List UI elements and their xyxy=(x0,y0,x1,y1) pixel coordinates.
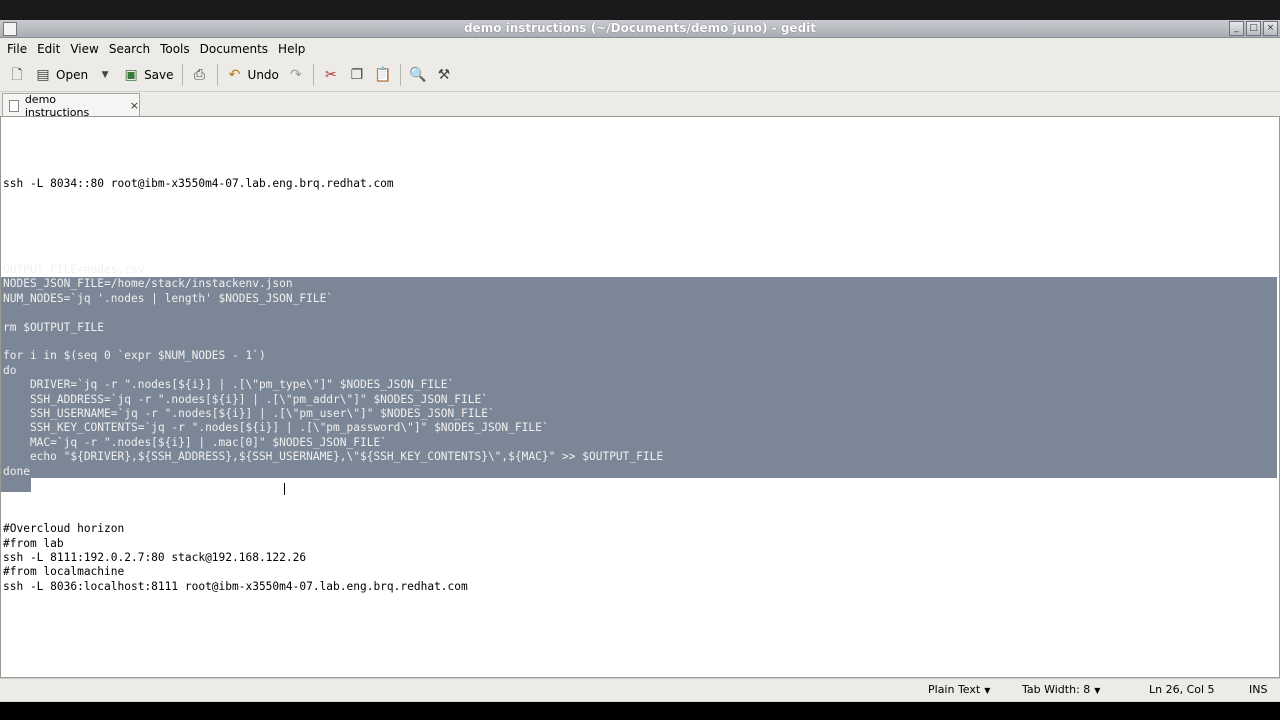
toolbar-separator xyxy=(312,64,314,86)
code-line: ssh -L 8034::80 root@ibm-x3550m4-07.lab.… xyxy=(3,176,394,190)
chevron-down-icon: ▼ xyxy=(984,686,991,695)
toolbar-separator xyxy=(216,64,218,86)
cut-button[interactable]: ✂ xyxy=(318,62,344,88)
toolbar-separator xyxy=(399,64,401,86)
menu-help[interactable]: Help xyxy=(273,42,310,56)
code-line: #from localmachine xyxy=(3,565,125,579)
undo-icon: ↶ xyxy=(228,67,241,83)
tab-demo-instructions[interactable]: demo instructions × xyxy=(2,92,140,119)
window-title: demo instructions (~/Documents/demo juno… xyxy=(463,21,817,35)
chevron-down-icon: ▼ xyxy=(1094,686,1101,695)
toolbar: 🗋 ▤ Open ▼ ▣ Save ⎙ ↶ Undo ↷ ✂ ❐ 📋 🔍 ⚒ xyxy=(0,59,1280,92)
tab-width-label: Tab Width: 8 xyxy=(1022,683,1091,696)
redo-icon: ↷ xyxy=(290,67,302,83)
chevron-down-icon: ▼ xyxy=(101,70,109,80)
menu-documents[interactable]: Documents xyxy=(195,42,273,56)
code-line: SSH_KEY_CONTENTS=`jq -r ".nodes[${i}] | … xyxy=(3,421,549,435)
menu-file[interactable]: File xyxy=(2,42,32,56)
save-label: Save xyxy=(144,68,174,82)
open-folder-icon: ▤ xyxy=(36,67,50,83)
document-icon xyxy=(9,99,19,112)
title-bar[interactable]: demo instructions (~/Documents/demo juno… xyxy=(0,20,1280,38)
close-icon[interactable]: × xyxy=(1263,21,1278,36)
menu-tools[interactable]: Tools xyxy=(155,42,195,56)
minimize-icon[interactable]: _ xyxy=(1229,21,1244,36)
language-selector[interactable]: Plain Text ▼ xyxy=(928,683,990,696)
paste-button[interactable]: 📋 xyxy=(370,62,396,88)
maximize-icon[interactable]: □ xyxy=(1246,21,1261,36)
code-line: #from lab xyxy=(3,536,64,550)
menu-bar: File Edit View Search Tools Documents He… xyxy=(0,38,1280,59)
code-line: DRIVER=`jq -r ".nodes[${i}] | .[\"pm_typ… xyxy=(3,378,455,392)
code-line: SSH_ADDRESS=`jq -r ".nodes[${i}] | .[\"p… xyxy=(3,392,488,406)
cut-icon: ✂ xyxy=(325,67,337,83)
toolbar-separator xyxy=(181,64,183,86)
tab-width-selector[interactable]: Tab Width: 8 ▼ xyxy=(1022,683,1100,696)
copy-button[interactable]: ❐ xyxy=(344,62,370,88)
tab-close-icon[interactable]: × xyxy=(130,99,139,112)
code-line: rm $OUTPUT_FILE xyxy=(3,320,105,334)
find-replace-icon: ⚒ xyxy=(437,67,451,83)
cursor-position: Ln 26, Col 5 xyxy=(1149,683,1215,696)
code-line: echo "${DRIVER},${SSH_ADDRESS},${SSH_USE… xyxy=(3,450,664,464)
open-button[interactable]: ▤ Open xyxy=(30,62,92,88)
code-line: SSH_USERNAME=`jq -r ".nodes[${i}] | .[\"… xyxy=(3,407,495,420)
gedit-app-icon[interactable] xyxy=(3,22,17,36)
document-tab-bar: demo instructions × xyxy=(0,92,1280,119)
find-button[interactable]: 🔍 xyxy=(405,62,431,88)
mouse-ibeam-cursor xyxy=(284,483,285,495)
desktop-bottom-panel xyxy=(0,702,1280,720)
find-replace-button[interactable]: ⚒ xyxy=(431,62,457,88)
code-line: NODES_JSON_FILE=/home/stack/instackenv.j… xyxy=(3,277,293,291)
code-line: ssh -L 8111:192.0.2.7:80 stack@192.168.1… xyxy=(3,551,307,564)
open-label: Open xyxy=(56,68,89,82)
save-icon: ▣ xyxy=(124,67,138,83)
new-document-icon: 🗋 xyxy=(11,67,23,83)
print-button[interactable]: ⎙ xyxy=(187,62,213,88)
language-label: Plain Text xyxy=(928,683,981,696)
code-line: done xyxy=(3,464,30,478)
print-icon: ⎙ xyxy=(193,67,206,83)
open-recent-dropdown[interactable]: ▼ xyxy=(92,62,118,88)
status-bar: Plain Text ▼ Tab Width: 8 ▼ Ln 26, Col 5 I… xyxy=(0,678,1280,701)
tab-label: demo instructions xyxy=(24,92,90,119)
search-icon: 🔍 xyxy=(409,67,427,83)
paste-icon: 📋 xyxy=(374,67,392,83)
save-button[interactable]: ▣ Save xyxy=(118,62,177,88)
code-line: #Overcloud horizon xyxy=(3,522,125,536)
undo-button[interactable]: ↶ Undo xyxy=(222,62,283,88)
code-line: MAC=`jq -r ".nodes[${i}] | .mac[0]" $NOD… xyxy=(3,435,387,449)
text-selection-highlight-last-line xyxy=(1,477,31,492)
redo-button[interactable]: ↷ xyxy=(283,62,309,88)
insert-mode: INS xyxy=(1249,683,1268,696)
new-document-button[interactable]: 🗋 xyxy=(4,62,30,88)
code-line: for i in $(seq 0 `expr $NUM_NODES - 1`) xyxy=(3,349,266,363)
menu-search[interactable]: Search xyxy=(104,42,155,56)
menu-view[interactable]: View xyxy=(65,42,103,56)
undo-label: Undo xyxy=(247,68,279,82)
code-line: NUM_NODES=`jq '.nodes | length' $NODES_J… xyxy=(3,291,334,305)
code-line: OUTPUT_FILE=nodes.csv xyxy=(3,263,145,276)
text-editor[interactable]: ssh -L 8034::80 root@ibm-x3550m4-07.lab.… xyxy=(0,116,1280,678)
menu-edit[interactable]: Edit xyxy=(32,42,65,56)
code-line: do xyxy=(3,363,17,377)
window-controls: _ □ × xyxy=(1229,21,1278,36)
code-line: ssh -L 8036:localhost:8111 root@ibm-x355… xyxy=(3,579,468,593)
desktop-top-panel xyxy=(0,0,1280,20)
gedit-window: demo instructions (~/Documents/demo juno… xyxy=(0,20,1280,706)
copy-icon: ❐ xyxy=(350,67,364,83)
